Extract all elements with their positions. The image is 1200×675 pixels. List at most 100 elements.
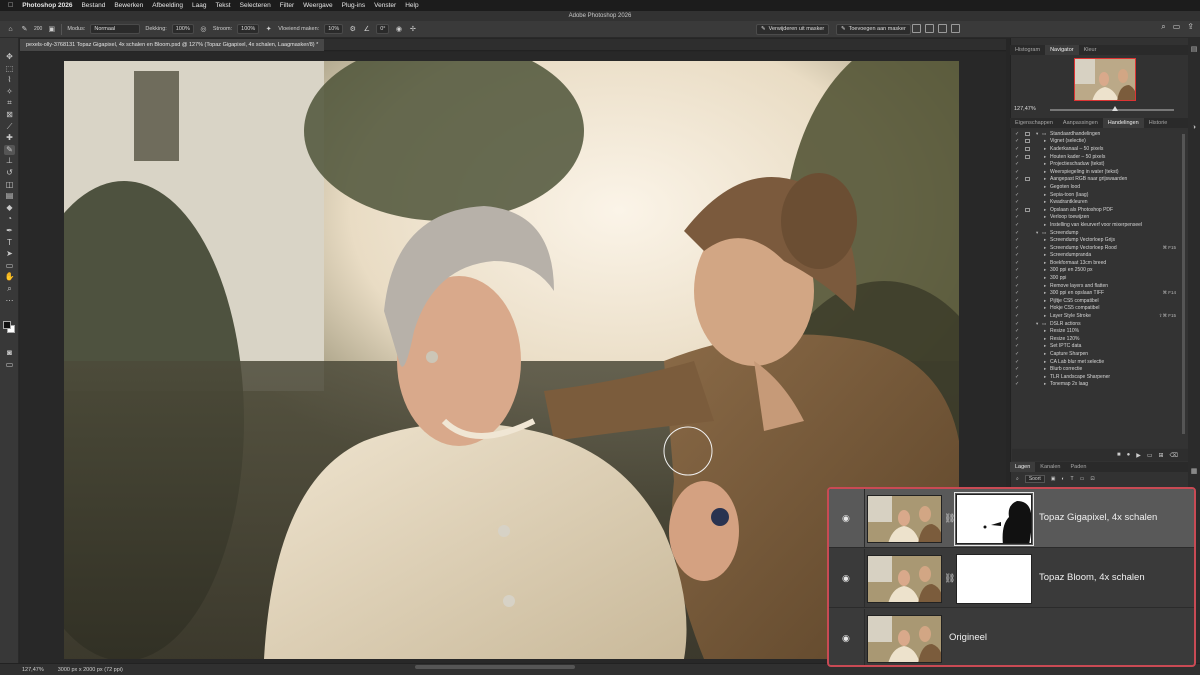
action-toggle-icon[interactable]: ✓: [1015, 184, 1019, 190]
dialog-toggle-icon[interactable]: [1025, 207, 1030, 212]
layer-row[interactable]: ◉ ⛓ Topaz Gigapixel, 4x schalen: [829, 489, 1194, 548]
action-item[interactable]: ✓ ▸ Kwadrantkleuren: [1012, 198, 1188, 206]
action-item[interactable]: ✓ ▸ Set IPTC data: [1012, 343, 1188, 351]
action-item[interactable]: ✓ ▸ Capture Sharpen: [1012, 350, 1188, 358]
menu-item-laag[interactable]: Laag: [192, 2, 206, 9]
brush-size[interactable]: 200: [34, 26, 42, 32]
type-tool-icon[interactable]: T: [4, 238, 15, 248]
action-item[interactable]: ✓ ▸ Aangepast RGB naar grijswaarden: [1012, 176, 1188, 184]
collapse-icon[interactable]: ▸: [1044, 161, 1046, 167]
collapse-icon[interactable]: ▸: [1044, 305, 1046, 311]
panel-tab-kleur[interactable]: Kleur: [1079, 45, 1102, 55]
collapse-icon[interactable]: ▸: [1044, 298, 1046, 304]
panel-icon-1[interactable]: ▤: [1190, 46, 1198, 54]
layer-thumbnail[interactable]: [867, 555, 942, 603]
marquee-tool-icon[interactable]: ⬚: [4, 64, 15, 74]
collapse-icon[interactable]: ▸: [1044, 169, 1046, 175]
menu-item-bewerken[interactable]: Bewerken: [114, 2, 143, 9]
action-item[interactable]: ✓ ▸ Screendump Vectorloep Grijs: [1012, 236, 1188, 244]
action-toggle-icon[interactable]: ✓: [1015, 199, 1019, 205]
panel-tab-aanpassingen[interactable]: Aanpassingen: [1058, 118, 1103, 128]
navigator-thumbnail[interactable]: [1074, 58, 1136, 101]
filter-text-icon[interactable]: T: [1071, 476, 1074, 482]
action-toggle-icon[interactable]: ✓: [1015, 222, 1019, 228]
actions-scrollbar[interactable]: [1182, 134, 1185, 434]
hand-tool-icon[interactable]: ✋: [4, 272, 15, 282]
filter-smart-icon[interactable]: ⊡: [1090, 476, 1094, 482]
action-item[interactable]: ✓ ▸ Hokje CS5 compatibel: [1012, 305, 1188, 313]
new-action-icon[interactable]: ⊞: [1158, 452, 1163, 459]
action-toggle-icon[interactable]: ✓: [1015, 343, 1019, 349]
action-toggle-icon[interactable]: ✓: [1015, 192, 1019, 198]
layer-name[interactable]: Topaz Bloom, 4x schalen: [1039, 572, 1145, 583]
collapse-icon[interactable]: ▸: [1044, 366, 1046, 372]
gradient-tool-icon[interactable]: ▤: [4, 191, 15, 201]
menu-item-help[interactable]: Help: [405, 2, 418, 9]
action-set[interactable]: ✓ ▾ ▭ DSLR actions: [1012, 320, 1188, 328]
collapse-icon[interactable]: ▸: [1044, 267, 1046, 273]
action-toggle-icon[interactable]: ✓: [1015, 230, 1019, 236]
action-toggle-icon[interactable]: ✓: [1015, 252, 1019, 258]
action-item[interactable]: ✓ ▸ Verloop toewijzen: [1012, 214, 1188, 222]
action-toggle-icon[interactable]: ✓: [1015, 351, 1019, 357]
menu-item-filter[interactable]: Filter: [280, 2, 294, 9]
action-item[interactable]: ✓ ▸ Screendumpranda: [1012, 252, 1188, 260]
collapse-icon[interactable]: ▸: [1044, 138, 1046, 144]
workspace-icon[interactable]: ▭: [1173, 22, 1181, 32]
eyedropper-icon[interactable]: ⟋: [4, 122, 15, 132]
expand-icon[interactable]: ▾: [1036, 321, 1038, 327]
shape-tool-icon[interactable]: ▭: [4, 261, 15, 271]
action-toggle-icon[interactable]: ✓: [1015, 138, 1019, 144]
action-set[interactable]: ✓ ▾ ▭ Screendump: [1012, 229, 1188, 237]
action-toggle-icon[interactable]: ✓: [1015, 131, 1019, 137]
panel-icon-3[interactable]: ▦: [1190, 468, 1198, 476]
brush-tool-icon[interactable]: ✎: [20, 25, 29, 34]
collapse-icon[interactable]: ▸: [1044, 351, 1046, 357]
action-item[interactable]: ✓ ▸ 300 ppi en 2500 px: [1012, 267, 1188, 275]
collapse-icon[interactable]: ▸: [1044, 184, 1046, 190]
dialog-toggle-icon[interactable]: [1025, 139, 1030, 144]
collapse-icon[interactable]: ▸: [1044, 222, 1046, 228]
brush-tool-icon[interactable]: ✎: [4, 144, 15, 155]
blur-tool-icon[interactable]: ◆: [4, 203, 15, 213]
collapse-icon[interactable]: ▸: [1044, 313, 1046, 319]
panel-tab-historie[interactable]: Historie: [1144, 118, 1173, 128]
action-toggle-icon[interactable]: ✓: [1015, 381, 1019, 387]
eraser-icon[interactable]: ◫: [4, 180, 15, 190]
layer-mask-thumbnail[interactable]: [954, 492, 1034, 546]
brush-settings-icon[interactable]: ▣: [47, 25, 56, 34]
clone-stamp-icon[interactable]: ⊥: [4, 156, 15, 166]
dialog-toggle-icon[interactable]: [1025, 146, 1030, 151]
menu-item-selecteren[interactable]: Selecteren: [240, 2, 271, 9]
home-icon[interactable]: ⌂: [6, 25, 15, 34]
navigator-zoom[interactable]: 127,47%: [1014, 106, 1036, 112]
action-toggle-icon[interactable]: ✓: [1015, 359, 1019, 365]
collapse-icon[interactable]: ▸: [1044, 290, 1046, 296]
action-item[interactable]: ✓ ▸ TLR Landscape Sharpener: [1012, 373, 1188, 381]
action-item[interactable]: ✓ ▸ Resize 120%: [1012, 335, 1188, 343]
collapse-icon[interactable]: ▸: [1044, 252, 1046, 258]
action-toggle-icon[interactable]: ✓: [1015, 290, 1019, 296]
quick-select-icon[interactable]: ✧: [4, 87, 15, 97]
panel-tab-paden[interactable]: Paden: [1065, 462, 1091, 472]
layer-row[interactable]: ◉ Origineel: [829, 609, 1194, 665]
layer-thumbnail[interactable]: [867, 615, 942, 663]
collapse-icon[interactable]: ▸: [1044, 343, 1046, 349]
collapse-icon[interactable]: ▸: [1044, 260, 1046, 266]
chain-link-icon[interactable]: ⛓: [944, 513, 955, 524]
action-item[interactable]: ✓ ▸ Projectieschaduw (tekst): [1012, 160, 1188, 168]
menu-item-tekst[interactable]: Tekst: [215, 2, 230, 9]
slider-knob[interactable]: [1112, 106, 1118, 111]
modus-select[interactable]: Normaal: [90, 24, 141, 34]
move-tool-icon[interactable]: ✥: [4, 52, 15, 62]
more-tools-icon[interactable]: ⋯: [4, 296, 15, 306]
history-brush-icon[interactable]: ↺: [4, 168, 15, 178]
menu-item-weergave[interactable]: Weergave: [303, 2, 333, 9]
action-item[interactable]: ✓ ▸ Weerspiegeling in water (tekst): [1012, 168, 1188, 176]
collapse-icon[interactable]: ▸: [1044, 283, 1046, 289]
action-toggle-icon[interactable]: ✓: [1015, 154, 1019, 160]
action-item[interactable]: ✓ ▸ Kaderkanaal – 50 pixels: [1012, 145, 1188, 153]
menu-item-plug-ins[interactable]: Plug-ins: [342, 2, 365, 9]
action-toggle-icon[interactable]: ✓: [1015, 298, 1019, 304]
chain-link-icon[interactable]: ⛓: [944, 573, 955, 584]
